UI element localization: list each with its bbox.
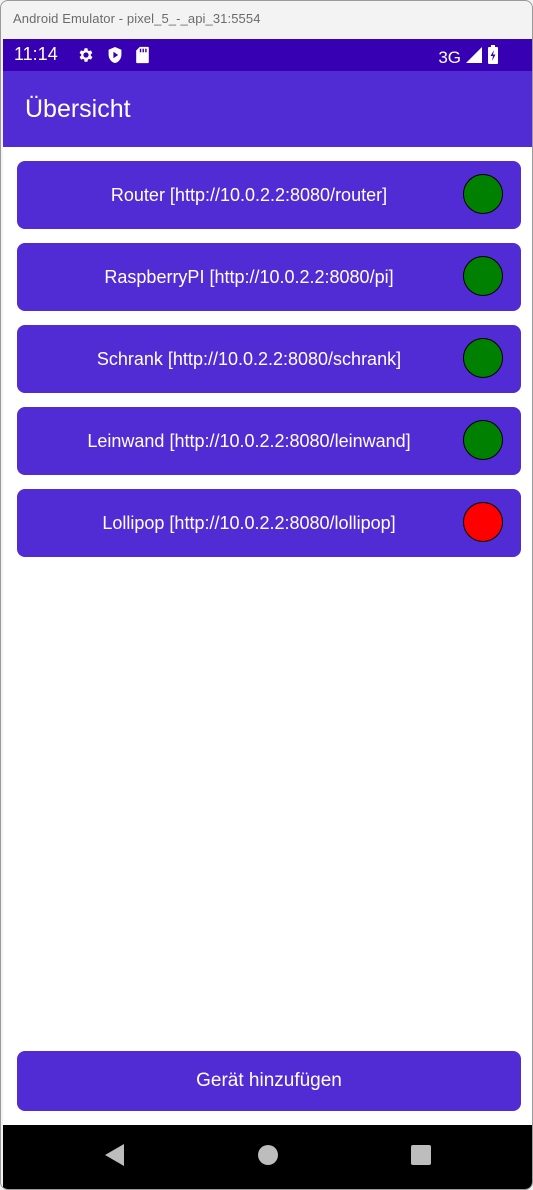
device-list: Router [http://10.0.2.2:8080/router] Ras… bbox=[17, 161, 521, 571]
home-icon bbox=[257, 1144, 279, 1171]
status-indicator bbox=[463, 420, 503, 460]
status-time: 11:14 bbox=[14, 44, 58, 64]
status-bar: 11:14 3G bbox=[3, 39, 532, 71]
sd-card-icon bbox=[135, 46, 150, 64]
device-item-raspberrypi[interactable]: RaspberryPI [http://10.0.2.2:8080/pi] bbox=[17, 243, 521, 311]
device-item-label: Schrank [http://10.0.2.2:8080/schrank] bbox=[96, 349, 402, 369]
device-item-label: Leinwand [http://10.0.2.2:8080/leinwand] bbox=[87, 431, 411, 451]
status-indicator bbox=[463, 502, 503, 542]
status-indicator bbox=[463, 338, 503, 378]
status-indicator bbox=[463, 174, 503, 214]
back-button[interactable] bbox=[85, 1125, 145, 1189]
device-item-lollipop[interactable]: Lollipop [http://10.0.2.2:8080/lollipop] bbox=[17, 489, 521, 557]
recents-icon bbox=[411, 1144, 431, 1170]
add-device-button[interactable]: Gerät hinzufügen bbox=[17, 1051, 521, 1111]
window-title: Android Emulator - pixel_5_-_api_31:5554 bbox=[13, 11, 261, 26]
device-screen: 11:14 3G Übersicht Router [http://10.0.2… bbox=[3, 39, 532, 1189]
device-item-leinwand[interactable]: Leinwand [http://10.0.2.2:8080/leinwand] bbox=[17, 407, 521, 475]
device-item-label: Lollipop [http://10.0.2.2:8080/lollipop] bbox=[102, 513, 396, 533]
device-item-label: RaspberryPI [http://10.0.2.2:8080/pi] bbox=[104, 267, 394, 287]
device-item-schrank[interactable]: Schrank [http://10.0.2.2:8080/schrank] bbox=[17, 325, 521, 393]
recents-button[interactable] bbox=[391, 1125, 451, 1189]
device-item-router[interactable]: Router [http://10.0.2.2:8080/router] bbox=[17, 161, 521, 229]
signal-icon bbox=[465, 46, 483, 69]
status-notification-icons bbox=[77, 46, 150, 64]
home-button[interactable] bbox=[238, 1125, 298, 1189]
back-icon bbox=[104, 1143, 126, 1172]
battery-icon bbox=[487, 45, 499, 70]
app-bar: Übersicht bbox=[3, 71, 532, 147]
status-system-icons: 3G bbox=[438, 45, 499, 70]
device-item-label: Router [http://10.0.2.2:8080/router] bbox=[110, 185, 388, 205]
status-indicator bbox=[463, 256, 503, 296]
shield-icon bbox=[107, 46, 123, 64]
emulator-window: Android Emulator - pixel_5_-_api_31:5554… bbox=[0, 0, 533, 1190]
settings-icon bbox=[77, 46, 95, 64]
network-type: 3G bbox=[438, 47, 461, 67]
navigation-bar bbox=[3, 1125, 532, 1189]
page-title: Übersicht bbox=[25, 95, 131, 123]
